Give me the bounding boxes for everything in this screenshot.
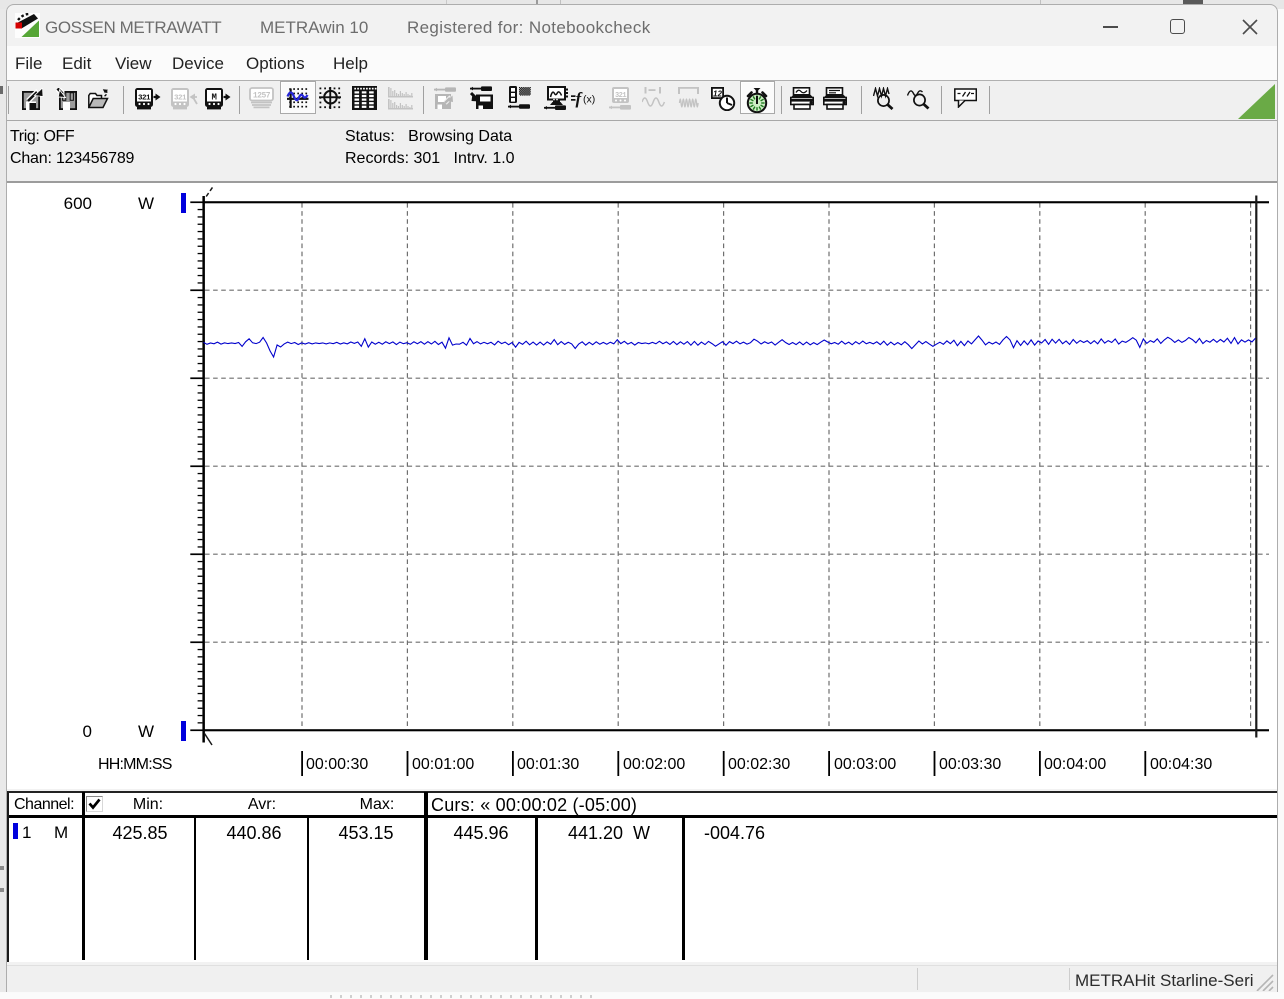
svg-text:12: 12 [713, 89, 722, 98]
svg-text:321: 321 [615, 92, 626, 100]
svg-text:321: 321 [138, 94, 151, 102]
svg-text:321: 321 [174, 94, 187, 102]
svg-text:(x): (x) [583, 94, 595, 106]
svg-text:1257: 1257 [253, 92, 271, 101]
svg-text:M: M [212, 92, 217, 102]
